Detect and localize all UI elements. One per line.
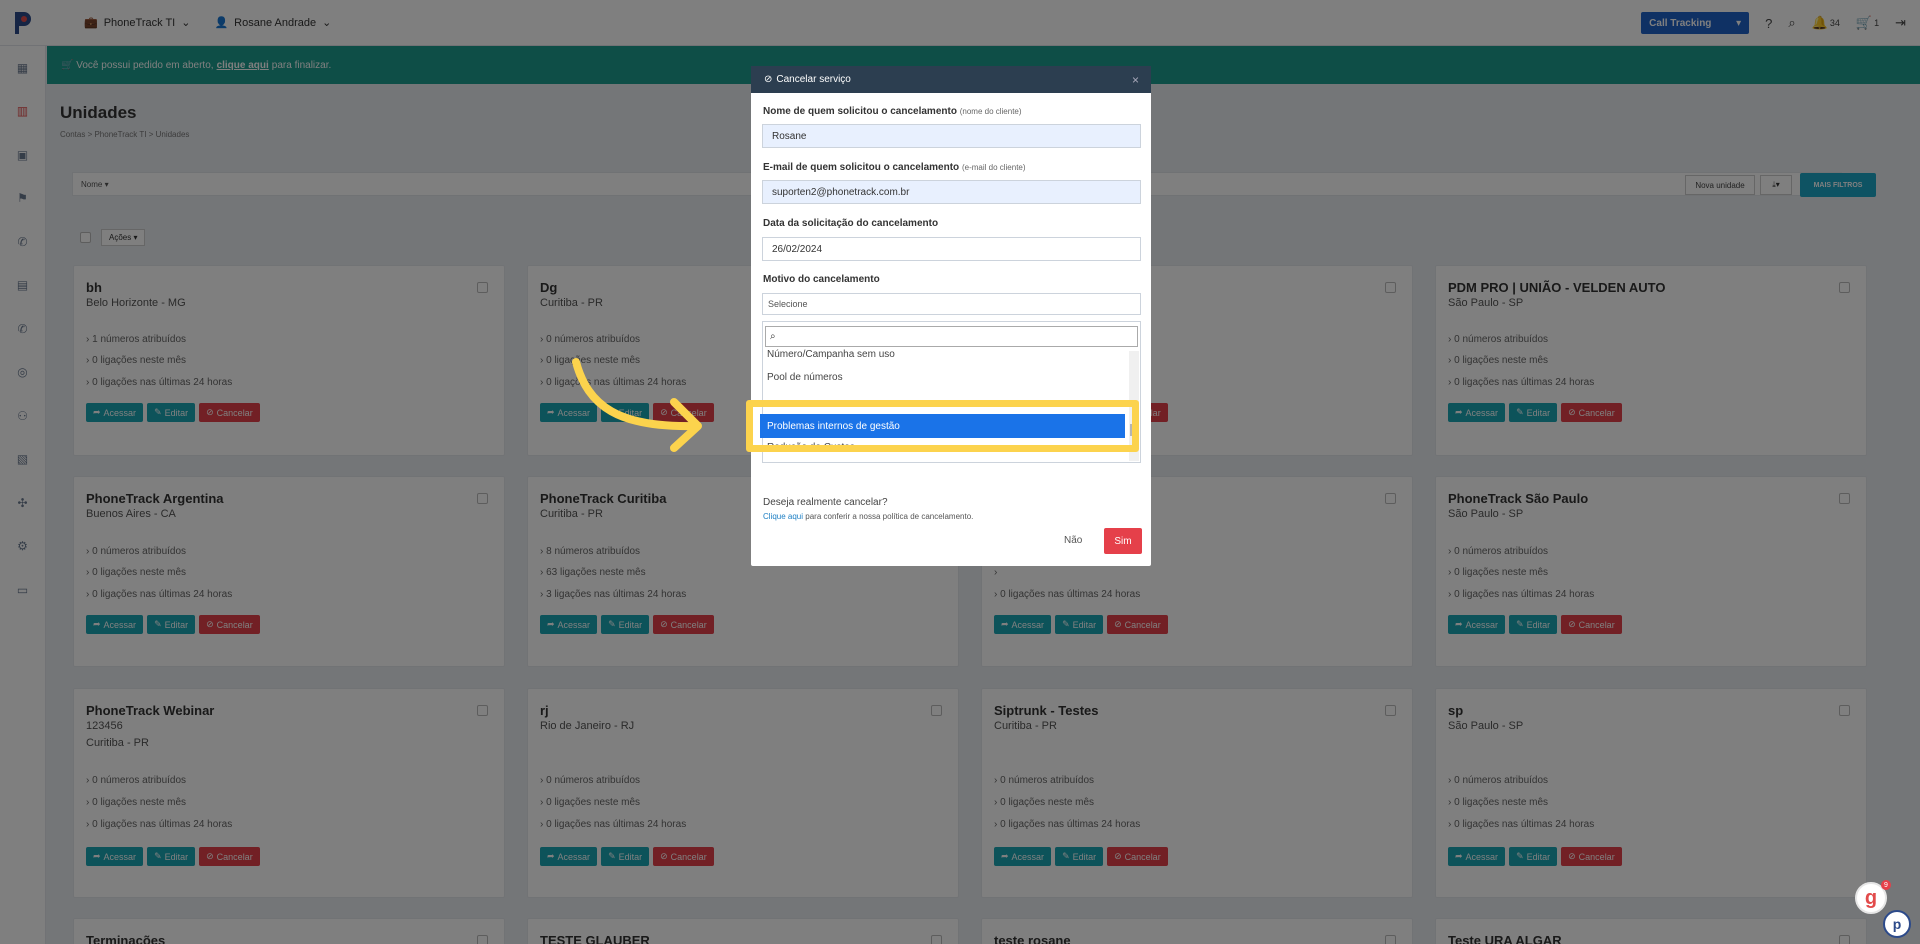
request-date-label: Data da solicitação do cancelamento xyxy=(763,218,939,229)
search-icon: ⌕ xyxy=(770,331,776,342)
cancel-policy-text: Clique aqui para conferir a nossa políti… xyxy=(763,512,973,521)
request-date-input[interactable]: 26/02/2024 xyxy=(762,237,1141,261)
requester-name-label: Nome de quem solicitou o cancelamento (n… xyxy=(763,106,1022,117)
confirm-question: Deseja realmente cancelar? xyxy=(763,497,888,508)
pointer-arrow-icon xyxy=(572,358,702,452)
requester-email-hint: (e-mail do cliente) xyxy=(961,163,1026,172)
cancel-service-modal: ⊘ Cancelar serviço × Nome de quem solici… xyxy=(751,66,1151,566)
requester-name-input[interactable]: Rosane xyxy=(762,124,1141,148)
chat-widget-badge: 9 xyxy=(1881,880,1891,890)
no-button[interactable]: Não xyxy=(1064,535,1082,546)
requester-email-input[interactable]: suporten2@phonetrack.com.br xyxy=(762,180,1141,204)
cancel-policy-suffix: para conferir a nossa política de cancel… xyxy=(805,512,974,521)
yes-button[interactable]: Sim xyxy=(1104,528,1142,554)
option-problemas-internos[interactable]: Problemas internos de gestão xyxy=(760,414,1125,438)
phonetrack-help-icon[interactable]: p xyxy=(1883,910,1911,938)
option-numero-campanha[interactable]: Número/Campanha sem uso xyxy=(767,349,895,360)
requester-name-label-text: Nome de quem solicitou o cancelamento xyxy=(763,106,957,117)
modal-title: Cancelar serviço xyxy=(776,74,851,85)
requester-email-label: E-mail de quem solicitou o cancelamento … xyxy=(763,162,1026,173)
reason-label: Motivo do cancelamento xyxy=(763,274,880,285)
reason-select[interactable]: Selecione xyxy=(762,293,1141,315)
modal-header: ⊘ Cancelar serviço xyxy=(751,66,1151,93)
close-icon[interactable]: × xyxy=(1132,73,1139,87)
cancel-policy-link[interactable]: Clique aqui xyxy=(763,512,803,521)
requester-name-hint: (nome do cliente) xyxy=(959,107,1022,116)
option-pool-numeros[interactable]: Pool de números xyxy=(767,372,843,383)
dropdown-search-input[interactable]: ⌕ xyxy=(765,326,1138,347)
ban-icon: ⊘ xyxy=(764,74,773,85)
requester-email-label-text: E-mail de quem solicitou o cancelamento xyxy=(763,162,960,173)
